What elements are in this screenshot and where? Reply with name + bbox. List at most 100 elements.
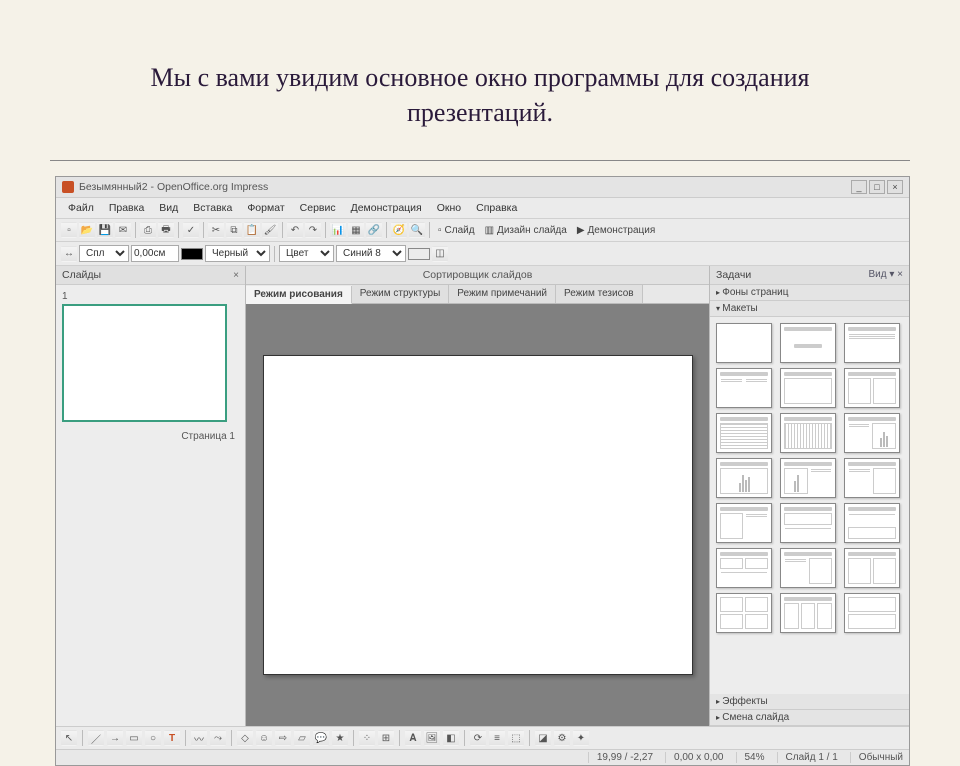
layout-table[interactable] bbox=[716, 413, 772, 453]
layout-chart-right[interactable] bbox=[844, 413, 900, 453]
line-style-select[interactable]: Спл bbox=[79, 245, 129, 262]
line-width-input[interactable] bbox=[131, 245, 179, 262]
print-icon[interactable]: 🖶 bbox=[158, 222, 174, 238]
flowchart-icon[interactable]: ▱ bbox=[294, 730, 310, 746]
section-transitions[interactable]: Смена слайда bbox=[710, 710, 909, 726]
layout-six-b[interactable] bbox=[780, 593, 836, 633]
menu-insert[interactable]: Вставка bbox=[187, 200, 238, 216]
table-icon[interactable]: ▦ bbox=[348, 222, 364, 238]
callouts-icon[interactable]: 💬 bbox=[313, 730, 329, 746]
gallery-icon[interactable]: ◧ bbox=[443, 730, 459, 746]
block-arrows-icon[interactable]: ⇨ bbox=[275, 730, 291, 746]
fontwork-icon[interactable]: 𝐀 bbox=[405, 730, 421, 746]
section-backgrounds[interactable]: Фоны страниц bbox=[710, 285, 909, 301]
menu-view[interactable]: Вид bbox=[153, 200, 184, 216]
menu-help[interactable]: Справка bbox=[470, 200, 523, 216]
layout-object[interactable] bbox=[844, 368, 900, 408]
fill-type-select[interactable]: Цвет bbox=[279, 245, 334, 262]
stars-icon[interactable]: ★ bbox=[332, 730, 348, 746]
extrusion-icon[interactable]: ◪ bbox=[535, 730, 551, 746]
arrow-style-icon[interactable]: ↔ bbox=[61, 246, 77, 262]
layout-six-a[interactable] bbox=[716, 593, 772, 633]
menu-slideshow[interactable]: Демонстрация bbox=[345, 200, 428, 216]
symbol-shapes-icon[interactable]: ☺ bbox=[256, 730, 272, 746]
basic-shapes-icon[interactable]: ◇ bbox=[237, 730, 253, 746]
copy-icon[interactable]: ⧉ bbox=[226, 222, 242, 238]
layout-chart-text[interactable] bbox=[844, 458, 900, 498]
menu-edit[interactable]: Правка bbox=[103, 200, 150, 216]
new-slide-button[interactable]: ▫Слайд bbox=[434, 224, 479, 237]
presentation-button[interactable]: ▶Демонстрация bbox=[573, 224, 659, 237]
line-color-swatch[interactable] bbox=[181, 248, 203, 260]
slide-thumbnail[interactable] bbox=[62, 304, 227, 422]
rect-icon[interactable]: ▭ bbox=[126, 730, 142, 746]
align-icon[interactable]: ≡ bbox=[489, 730, 505, 746]
minimize-button[interactable]: _ bbox=[851, 180, 867, 194]
chart-icon[interactable]: 📊 bbox=[330, 222, 346, 238]
line-color-select[interactable]: Черный bbox=[205, 245, 270, 262]
layout-four-objects[interactable] bbox=[844, 548, 900, 588]
fill-color-select[interactable]: Синий 8 bbox=[336, 245, 406, 262]
slides-panel-close-icon[interactable]: × bbox=[233, 270, 239, 281]
tab-notes[interactable]: Режим примечаний bbox=[449, 285, 556, 303]
shadow-icon[interactable]: ◫ bbox=[432, 246, 448, 262]
text-icon[interactable]: T bbox=[164, 730, 180, 746]
glue-icon[interactable]: ⊞ bbox=[378, 730, 394, 746]
save-icon[interactable]: 💾 bbox=[97, 222, 113, 238]
points-icon[interactable]: ⁘ bbox=[359, 730, 375, 746]
rotate-icon[interactable]: ⟳ bbox=[470, 730, 486, 746]
layout-object-over-text[interactable] bbox=[780, 503, 836, 543]
layout-title-only[interactable] bbox=[780, 368, 836, 408]
arrow-icon[interactable]: → bbox=[107, 730, 123, 746]
navigator-icon[interactable]: 🧭 bbox=[391, 222, 407, 238]
section-effects[interactable]: Эффекты bbox=[710, 694, 909, 710]
zoom-icon[interactable]: 🔍 bbox=[409, 222, 425, 238]
layout-six-c[interactable] bbox=[844, 593, 900, 633]
line-icon[interactable]: ／ bbox=[88, 730, 104, 746]
from-file-icon[interactable]: 🖼 bbox=[424, 730, 440, 746]
menu-file[interactable]: Файл bbox=[62, 200, 100, 216]
new-icon[interactable]: ▫ bbox=[61, 222, 77, 238]
undo-icon[interactable]: ↶ bbox=[287, 222, 303, 238]
canvas-area[interactable] bbox=[246, 304, 709, 726]
slide-canvas[interactable] bbox=[263, 355, 693, 675]
spellcheck-icon[interactable]: ✓ bbox=[183, 222, 199, 238]
animation-icon[interactable]: ✦ bbox=[573, 730, 589, 746]
layout-text-object[interactable] bbox=[716, 503, 772, 543]
format-brush-icon[interactable]: 🖌 bbox=[262, 222, 278, 238]
layout-title-content[interactable] bbox=[844, 323, 900, 363]
close-button[interactable]: × bbox=[887, 180, 903, 194]
open-icon[interactable]: 📂 bbox=[79, 222, 95, 238]
layout-two-text-object[interactable] bbox=[780, 548, 836, 588]
section-layouts[interactable]: Макеты bbox=[710, 301, 909, 317]
connector-icon[interactable]: ⤳ bbox=[210, 730, 226, 746]
status-zoom[interactable]: 54% bbox=[736, 752, 765, 763]
hyperlink-icon[interactable]: 🔗 bbox=[366, 222, 382, 238]
tab-drawing[interactable]: Режим рисования bbox=[246, 286, 352, 304]
paste-icon[interactable]: 📋 bbox=[244, 222, 260, 238]
layout-blank[interactable] bbox=[716, 323, 772, 363]
ellipse-icon[interactable]: ○ bbox=[145, 730, 161, 746]
mail-icon[interactable]: ✉ bbox=[115, 222, 131, 238]
layout-title[interactable] bbox=[780, 323, 836, 363]
select-icon[interactable]: ↖ bbox=[61, 730, 77, 746]
tab-handout[interactable]: Режим тезисов bbox=[556, 285, 643, 303]
menu-tools[interactable]: Сервис bbox=[294, 200, 342, 216]
tab-outline[interactable]: Режим структуры bbox=[352, 285, 449, 303]
layout-grid[interactable] bbox=[780, 413, 836, 453]
layout-chart[interactable] bbox=[716, 458, 772, 498]
interaction-icon[interactable]: ⚙ bbox=[554, 730, 570, 746]
curve-icon[interactable]: 〰 bbox=[191, 730, 207, 746]
slide-design-button[interactable]: ▥Дизайн слайда bbox=[481, 224, 571, 237]
maximize-button[interactable]: □ bbox=[869, 180, 885, 194]
layout-two-content[interactable] bbox=[716, 368, 772, 408]
menu-window[interactable]: Окно bbox=[431, 200, 467, 216]
layout-text-chart[interactable] bbox=[780, 458, 836, 498]
layout-text-over-object[interactable] bbox=[844, 503, 900, 543]
layout-two-objects-text[interactable] bbox=[716, 548, 772, 588]
arrange-icon[interactable]: ⬚ bbox=[508, 730, 524, 746]
menu-format[interactable]: Формат bbox=[241, 200, 290, 216]
fill-color-swatch[interactable] bbox=[408, 248, 430, 260]
cut-icon[interactable]: ✂ bbox=[208, 222, 224, 238]
redo-icon[interactable]: ↷ bbox=[305, 222, 321, 238]
